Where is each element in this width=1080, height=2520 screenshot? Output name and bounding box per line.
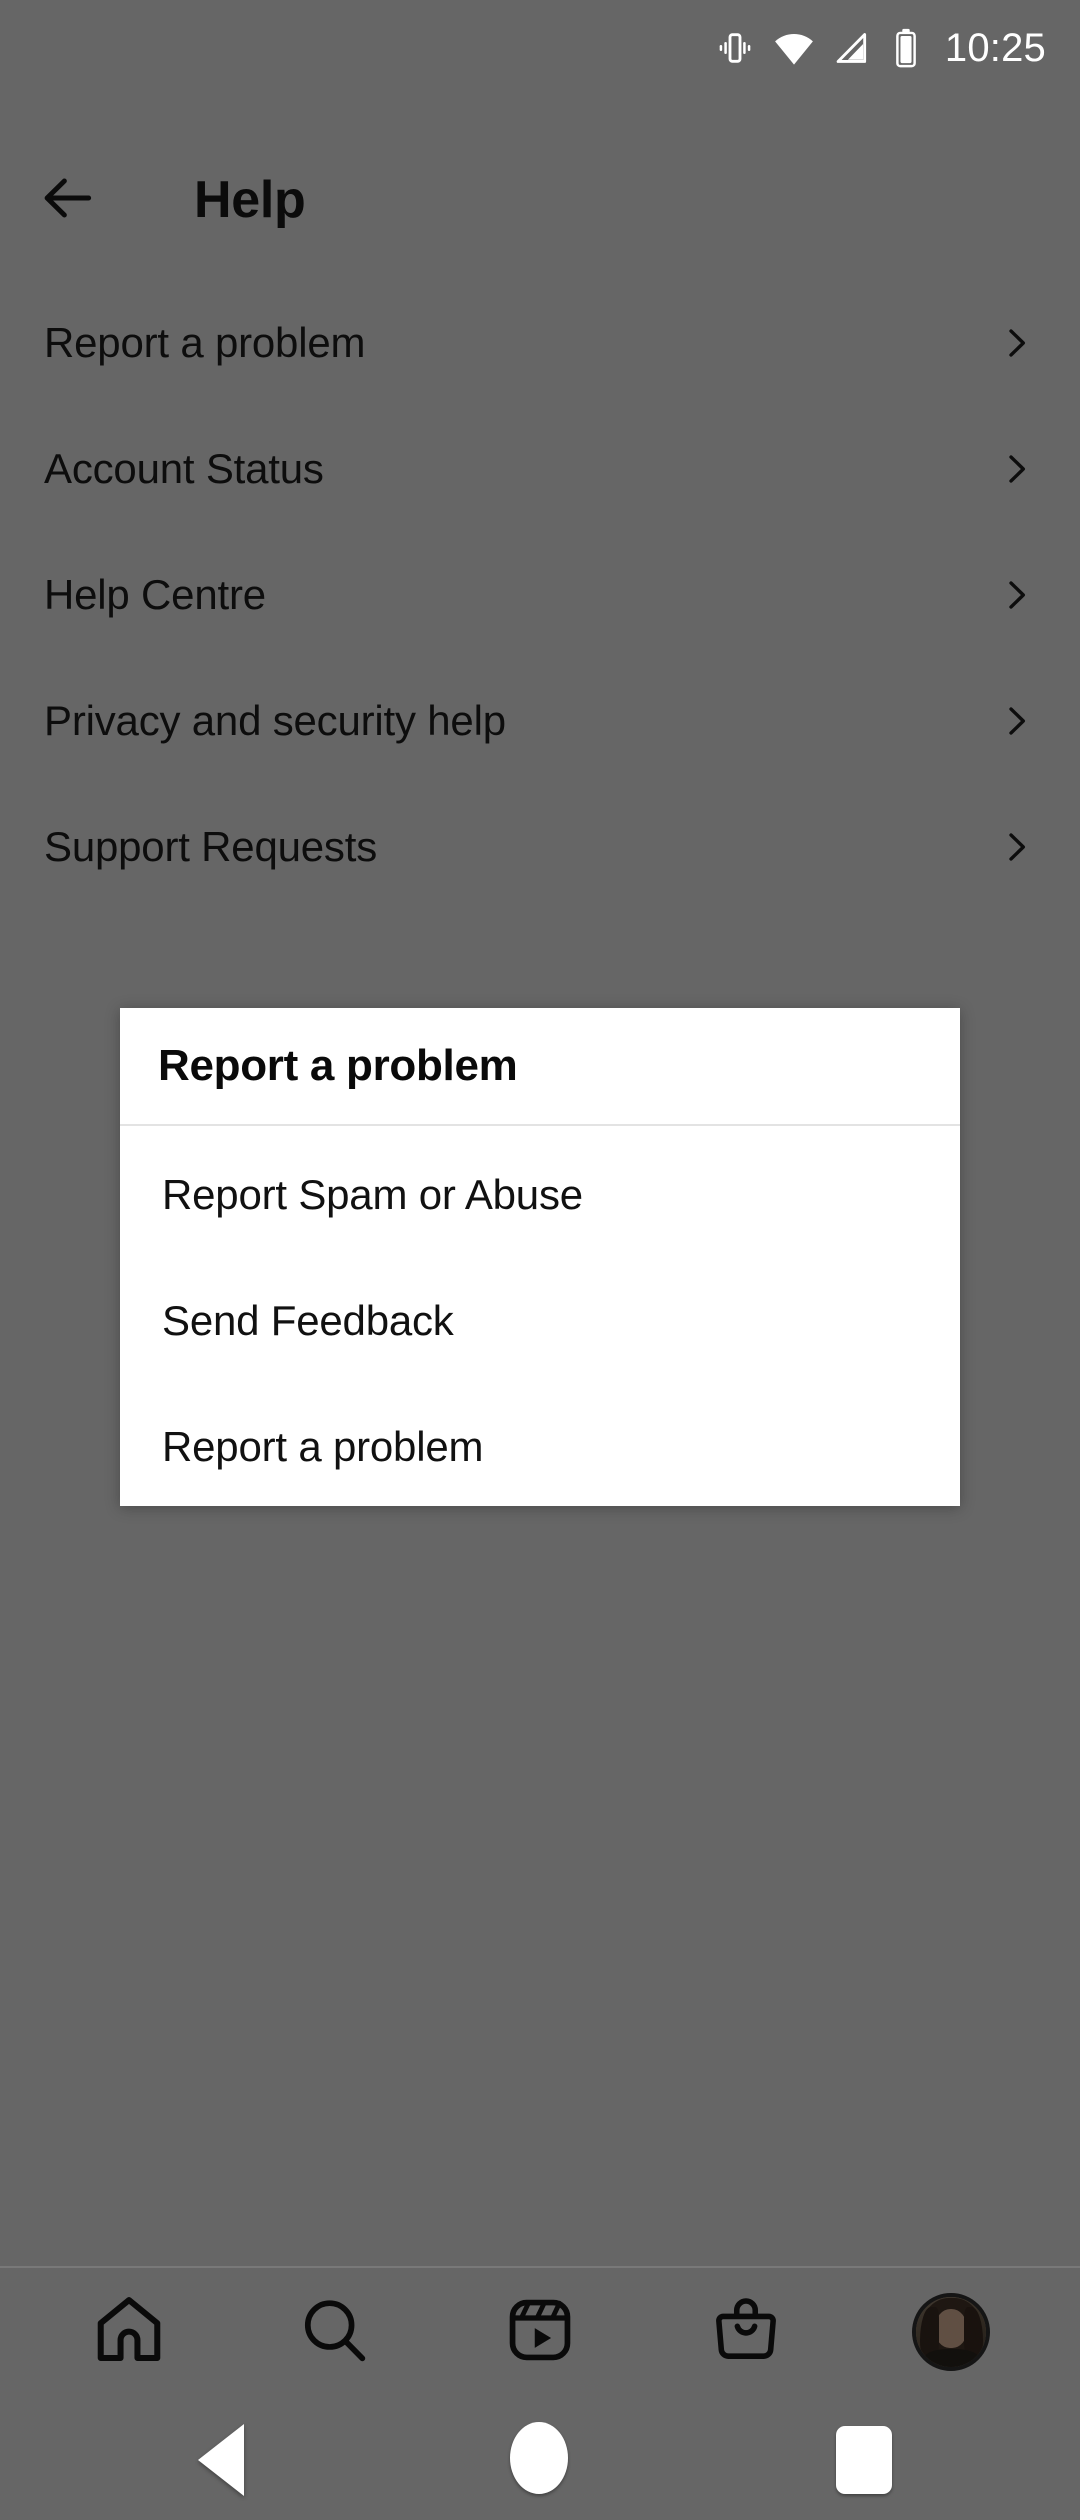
cellular-signal-icon <box>833 29 871 67</box>
chevron-right-icon <box>996 575 1036 615</box>
battery-icon <box>889 28 923 68</box>
list-item-label: Support Requests <box>44 823 378 870</box>
page-title: Help <box>194 171 306 229</box>
help-list: Report a problem Account Status Help Cen… <box>0 280 1080 910</box>
search-icon <box>297 2293 371 2372</box>
home-icon <box>90 2291 168 2374</box>
list-item-label: Privacy and security help <box>44 697 506 744</box>
bottom-navigation-bar <box>0 2268 1080 2396</box>
list-item-label: Report a problem <box>44 319 366 366</box>
list-item-report-a-problem[interactable]: Report a problem <box>0 280 1080 406</box>
system-back-icon[interactable] <box>198 2424 244 2496</box>
vibrate-icon <box>715 28 755 68</box>
dialog-option-send-feedback[interactable]: Send Feedback <box>120 1258 960 1384</box>
chevron-right-icon <box>996 323 1036 363</box>
back-button[interactable] <box>20 152 116 248</box>
list-item-label: Account Status <box>44 445 324 492</box>
list-item-label: Help Centre <box>44 571 266 618</box>
app-bar: Help <box>0 145 1080 255</box>
avatar-scrim <box>916 2297 987 2367</box>
shop-icon <box>709 2293 783 2372</box>
dialog-option-list: Report Spam or Abuse Send Feedback Repor… <box>120 1126 960 1510</box>
back-arrow-icon <box>37 167 99 234</box>
list-item-support-requests[interactable]: Support Requests <box>0 784 1080 910</box>
nav-tab-home[interactable] <box>69 2277 189 2387</box>
status-bar-clock: 10:25 <box>944 25 1046 70</box>
wifi-icon <box>773 27 815 69</box>
system-navigation-bar <box>0 2400 1080 2520</box>
system-home-icon[interactable] <box>510 2422 568 2494</box>
phone-screen: 10:25 Help Report a problem Account Stat… <box>0 0 1080 2520</box>
chevron-right-icon <box>996 449 1036 489</box>
chevron-right-icon <box>996 701 1036 741</box>
nav-tab-profile[interactable] <box>891 2277 1011 2387</box>
system-recents-icon[interactable] <box>836 2426 892 2494</box>
dialog-title: Report a problem <box>120 1008 960 1126</box>
list-item-help-centre[interactable]: Help Centre <box>0 532 1080 658</box>
nav-tab-reels[interactable] <box>480 2277 600 2387</box>
profile-avatar[interactable] <box>912 2293 991 2371</box>
nav-tab-shop[interactable] <box>686 2277 806 2387</box>
report-a-problem-dialog: Report a problem Report Spam or Abuse Se… <box>120 1008 960 1506</box>
chevron-right-icon <box>996 827 1036 867</box>
list-item-privacy-and-security-help[interactable]: Privacy and security help <box>0 658 1080 784</box>
reels-icon <box>503 2293 577 2372</box>
nav-tab-search[interactable] <box>274 2277 394 2387</box>
dialog-option-report-spam-or-abuse[interactable]: Report Spam or Abuse <box>120 1132 960 1258</box>
status-bar: 10:25 <box>0 0 1080 96</box>
list-item-account-status[interactable]: Account Status <box>0 406 1080 532</box>
dialog-option-report-a-problem[interactable]: Report a problem <box>120 1384 960 1510</box>
